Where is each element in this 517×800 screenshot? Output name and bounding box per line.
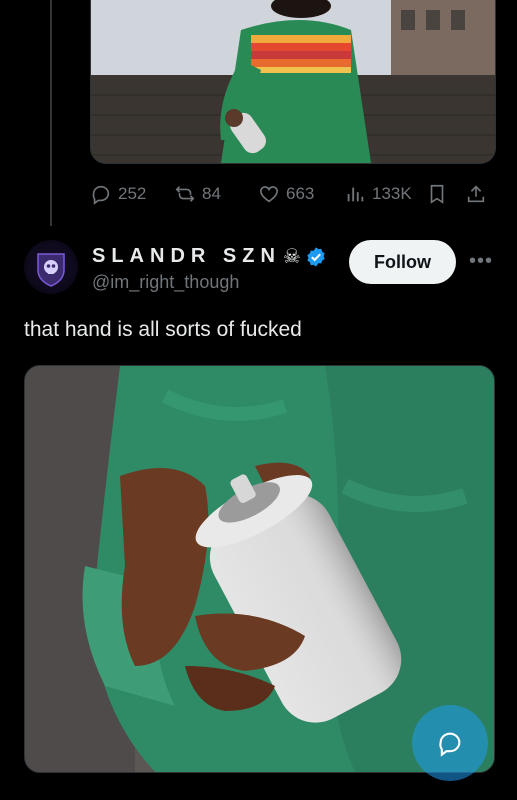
follow-button[interactable]: Follow xyxy=(349,240,456,284)
bookmark-icon xyxy=(430,184,444,204)
reply-count: 252 xyxy=(118,184,147,203)
reply-button[interactable]: 252 xyxy=(90,183,146,205)
user-handle[interactable]: @im_right_though xyxy=(92,272,239,293)
repost-button[interactable]: 84 xyxy=(174,183,221,205)
post-action-bar: 252 84 663 133K xyxy=(90,176,494,212)
post-text: that hand is all sorts of fucked xyxy=(24,318,302,341)
reply-fab-icon xyxy=(439,732,461,757)
views-count: 133K xyxy=(372,184,412,203)
post-image[interactable] xyxy=(24,365,495,773)
heart-icon xyxy=(259,186,279,203)
repost-icon xyxy=(175,186,195,202)
views-button[interactable]: 133K xyxy=(344,183,412,205)
more-icon[interactable]: ••• xyxy=(469,250,493,273)
thread-connector-line xyxy=(50,0,52,226)
previous-post-image[interactable] xyxy=(90,0,496,164)
avatar[interactable] xyxy=(24,240,78,294)
repost-count: 84 xyxy=(202,184,221,203)
bookmark-button[interactable] xyxy=(426,183,448,205)
display-name[interactable]: SLANDR SZN ☠ xyxy=(92,244,327,269)
compose-reply-button[interactable] xyxy=(412,705,488,781)
skull-emoji-icon: ☠ xyxy=(282,246,301,268)
views-icon xyxy=(347,187,364,202)
display-name-text: SLANDR SZN xyxy=(92,245,281,267)
share-icon xyxy=(467,185,485,203)
verified-badge-icon[interactable] xyxy=(305,246,327,268)
reply-icon xyxy=(92,185,110,205)
share-button[interactable] xyxy=(465,183,487,205)
like-button[interactable]: 663 xyxy=(258,183,314,205)
like-count: 663 xyxy=(286,184,315,203)
